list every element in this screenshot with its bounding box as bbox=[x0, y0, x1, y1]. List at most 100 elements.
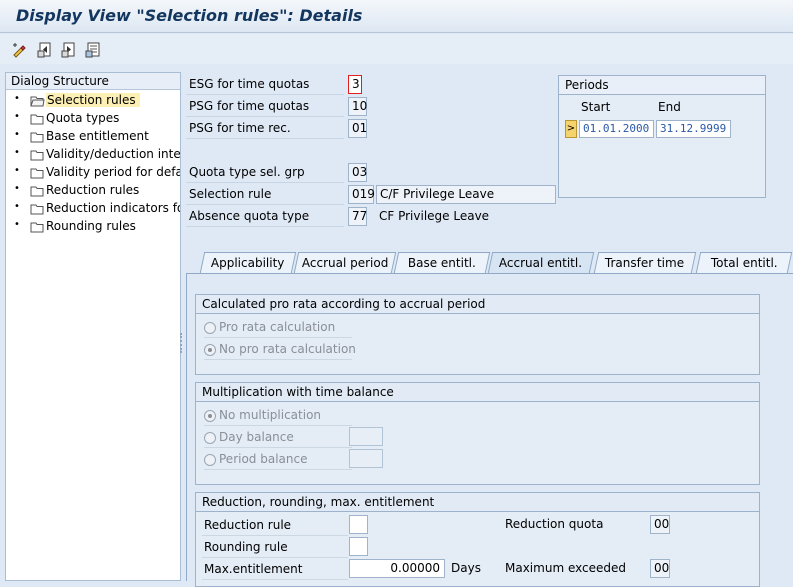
previous-entry-button[interactable] bbox=[35, 40, 53, 58]
start-column-label: Start bbox=[581, 100, 611, 114]
bullet: • bbox=[14, 183, 20, 194]
tree-item-label: Reduction indicators for bbox=[46, 201, 180, 215]
tab-content: Calculated pro rata according to accrual… bbox=[186, 274, 793, 587]
multiplication-header: Multiplication with time balance bbox=[196, 383, 759, 402]
radio-button[interactable] bbox=[204, 410, 216, 422]
rounding-rule-label: Rounding rule bbox=[202, 538, 348, 558]
folder-icon bbox=[30, 222, 44, 233]
application-toolbar bbox=[0, 34, 793, 64]
multiplication-group: Multiplication with time balance No mult… bbox=[195, 382, 760, 485]
tab-total-entitl[interactable]: Total entitl. bbox=[695, 252, 793, 273]
bullet: • bbox=[14, 147, 20, 158]
selection-rule-description: C/F Privilege Leave bbox=[376, 185, 556, 204]
tab-label: Transfer time bbox=[605, 256, 685, 270]
tree-item-label: Quota types bbox=[46, 111, 120, 125]
tree-item-label: Reduction rules bbox=[46, 183, 140, 197]
radio-button[interactable] bbox=[204, 454, 216, 466]
radio-button[interactable] bbox=[204, 344, 216, 356]
radio-button[interactable] bbox=[204, 432, 216, 444]
absence-quota-description: CF Privilege Leave bbox=[379, 209, 490, 223]
selection-rule-label: Selection rule bbox=[186, 185, 344, 205]
splitter-grip[interactable] bbox=[180, 333, 183, 353]
quota-sel-grp-label: Quota type sel. grp bbox=[186, 163, 344, 183]
psg-quotas-field[interactable]: 10 bbox=[348, 97, 367, 116]
folder-icon bbox=[30, 114, 44, 125]
folder-icon bbox=[30, 132, 44, 143]
tree-item-label: Validity period for defaul bbox=[46, 165, 180, 179]
no-multiplication-option[interactable]: No multiplication bbox=[204, 406, 352, 426]
option-label: No pro rata calculation bbox=[219, 342, 356, 356]
tree-item-reduction-rules[interactable]: • Reduction rules bbox=[6, 182, 180, 200]
tab-applicability[interactable]: Applicability bbox=[199, 252, 297, 273]
tree-item-selection-rules[interactable]: • Selection rules bbox=[6, 92, 180, 110]
tree-item-validity-deduction[interactable]: • Validity/deduction interv bbox=[6, 146, 180, 164]
day-balance-field[interactable] bbox=[349, 427, 383, 446]
bullet: • bbox=[14, 111, 20, 122]
end-column-label: End bbox=[658, 100, 681, 114]
period-end-field[interactable]: 31.12.9999 bbox=[656, 120, 731, 138]
option-label: No multiplication bbox=[219, 408, 322, 422]
tree-item-validity-period-default[interactable]: • Validity period for defaul bbox=[6, 164, 180, 182]
psg-quotas-label: PSG for time quotas bbox=[186, 97, 344, 117]
pro-rata-header: Calculated pro rata according to accrual… bbox=[196, 295, 759, 314]
rounding-rule-field[interactable] bbox=[349, 537, 368, 556]
esg-field[interactable]: 3 bbox=[348, 75, 362, 94]
tree-item-base-entitlement[interactable]: • Base entitlement bbox=[6, 128, 180, 146]
period-balance-option[interactable]: Period balance bbox=[204, 450, 352, 470]
absence-quota-field[interactable]: 77 bbox=[348, 207, 367, 226]
quota-sel-grp-field[interactable]: 03 bbox=[348, 163, 367, 182]
next-entry-icon bbox=[61, 42, 75, 58]
window-title: Display View "Selection rules": Details bbox=[16, 6, 363, 25]
folder-icon bbox=[30, 150, 44, 161]
tree-item-label: Base entitlement bbox=[46, 129, 149, 143]
reduction-quota-field[interactable]: 00 bbox=[650, 515, 670, 534]
folder-icon bbox=[30, 204, 44, 215]
tab-transfer-time[interactable]: Transfer time bbox=[593, 252, 697, 273]
tree-item-reduction-indicators[interactable]: • Reduction indicators for bbox=[6, 200, 180, 218]
psg-rec-label: PSG for time rec. bbox=[186, 119, 344, 139]
option-label: Day balance bbox=[219, 430, 294, 444]
pro-rata-option[interactable]: Pro rata calculation bbox=[204, 318, 352, 338]
tree-item-label: Selection rules bbox=[46, 93, 140, 107]
pro-rata-group: Calculated pro rata according to accrual… bbox=[195, 294, 760, 375]
max-exceeded-label: Maximum exceeded bbox=[505, 561, 626, 575]
dialog-structure-panel: Dialog Structure • Selection rules • Quo… bbox=[5, 72, 181, 581]
tab-accrual-entitl[interactable]: Accrual entitl. bbox=[487, 252, 595, 273]
tab-label: Accrual period bbox=[301, 256, 389, 270]
reduction-quota-label: Reduction quota bbox=[505, 517, 604, 531]
no-pro-rata-option[interactable]: No pro rata calculation bbox=[204, 340, 356, 360]
variable-list-button[interactable] bbox=[83, 40, 101, 58]
day-balance-option[interactable]: Day balance bbox=[204, 428, 352, 448]
max-exceeded-field[interactable]: 00 bbox=[650, 559, 670, 578]
tab-accrual-period[interactable]: Accrual period bbox=[293, 252, 397, 273]
tab-label: Base entitl. bbox=[407, 256, 476, 270]
tab-label: Total entitl. bbox=[710, 256, 778, 270]
radio-button[interactable] bbox=[204, 322, 216, 334]
reduction-rule-field[interactable] bbox=[349, 515, 368, 534]
change-display-icon bbox=[13, 43, 26, 58]
bullet: • bbox=[14, 201, 20, 212]
period-select-button[interactable]: > bbox=[565, 120, 577, 138]
option-label: Pro rata calculation bbox=[219, 320, 336, 334]
tab-label: Applicability bbox=[211, 256, 285, 270]
title-bar: Display View "Selection rules": Details bbox=[0, 0, 793, 33]
change-display-button[interactable] bbox=[10, 40, 28, 58]
tab-label: Accrual entitl. bbox=[499, 256, 583, 270]
tab-base-entitl[interactable]: Base entitl. bbox=[393, 252, 491, 273]
max-entitlement-field[interactable]: 0.00000 bbox=[349, 559, 445, 578]
reduction-rule-label: Reduction rule bbox=[202, 516, 348, 536]
open-folder-icon bbox=[30, 96, 45, 107]
folder-icon bbox=[30, 168, 44, 179]
period-balance-field[interactable] bbox=[349, 449, 383, 468]
variable-list-icon bbox=[85, 42, 100, 58]
next-entry-button[interactable] bbox=[59, 40, 77, 58]
period-start-field[interactable]: 01.01.2000 bbox=[579, 120, 654, 138]
periods-header: Periods bbox=[559, 76, 765, 95]
days-unit: Days bbox=[451, 561, 481, 575]
tree-item-quota-types[interactable]: • Quota types bbox=[6, 110, 180, 128]
previous-entry-icon bbox=[37, 42, 51, 58]
selection-rule-field[interactable]: 019 bbox=[348, 185, 375, 204]
tree-item-rounding-rules[interactable]: • Rounding rules bbox=[6, 218, 180, 236]
psg-rec-field[interactable]: 01 bbox=[348, 119, 367, 138]
bullet: • bbox=[14, 129, 20, 140]
